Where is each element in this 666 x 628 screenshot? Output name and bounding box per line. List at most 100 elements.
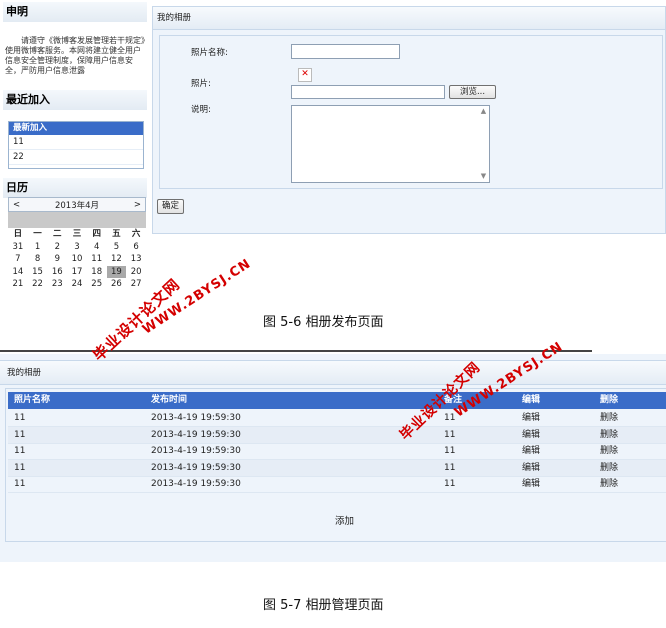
delete-link[interactable]: 删除 bbox=[600, 460, 618, 476]
table-row: 11 2013-4-19 19:59:30 11 编辑 删除 bbox=[8, 459, 666, 477]
month-label: 2013年4月 bbox=[54, 200, 100, 211]
album-table: 照片名称 发布时间 备注 编辑 删除 11 2013-4-19 19:59:30 1… bbox=[5, 388, 666, 542]
cell-publish-time: 2013-4-19 19:59:30 bbox=[151, 479, 241, 489]
cell-publish-time: 2013-4-19 19:59:30 bbox=[151, 462, 241, 473]
col-edit: 编辑 bbox=[522, 395, 541, 405]
publish-form: 照片名称: ✕ 照片: 浏览... 说明: ▲ ▼ bbox=[159, 35, 663, 189]
calendar-day[interactable]: 2 bbox=[47, 241, 67, 254]
album-manage-screenshot: 我的相册 照片名称 发布时间 备注 编辑 删除 11 2013-4-19 19:5… bbox=[0, 354, 666, 562]
calendar-day-today[interactable]: 19 bbox=[106, 265, 127, 278]
cell-publish-time: 2013-4-19 19:59:30 bbox=[151, 446, 241, 456]
calendar-day[interactable]: 7 bbox=[8, 253, 28, 266]
edit-link[interactable]: 编辑 bbox=[522, 410, 540, 426]
table-row: 11 2013-4-19 19:59:30 11 编辑 删除 bbox=[8, 443, 666, 460]
publish-panel: 我的相册 照片名称: ✕ 照片: 浏览... 说明: ▲ ▼ 确定 bbox=[152, 6, 666, 234]
scroll-down-icon[interactable]: ▼ bbox=[479, 172, 488, 181]
calendar-day[interactable]: 22 bbox=[28, 278, 48, 286]
cell-remark: 11 bbox=[444, 413, 456, 423]
notice-title: 申明 bbox=[3, 2, 147, 22]
calendar-day[interactable]: 15 bbox=[28, 266, 48, 279]
calendar-day[interactable]: 27 bbox=[126, 278, 146, 286]
confirm-button[interactable]: 确定 bbox=[157, 199, 184, 214]
weekday-header: 一 bbox=[33, 229, 42, 239]
calendar-day[interactable]: 25 bbox=[87, 278, 107, 286]
cell-remark: 11 bbox=[444, 462, 456, 473]
calendar-day[interactable]: 6 bbox=[126, 241, 146, 254]
edit-link[interactable]: 编辑 bbox=[522, 476, 540, 492]
calendar-day[interactable]: 31 bbox=[8, 241, 28, 254]
edit-link[interactable]: 编辑 bbox=[522, 460, 540, 476]
calendar-day[interactable]: 18 bbox=[87, 266, 107, 279]
edit-link[interactable]: 编辑 bbox=[522, 443, 540, 459]
next-month-button[interactable]: > bbox=[134, 200, 141, 210]
calendar-day[interactable]: 16 bbox=[47, 266, 67, 279]
cell-photo-name: 11 bbox=[14, 462, 26, 473]
cell-photo-name: 11 bbox=[14, 429, 26, 440]
desc-label: 说明: bbox=[191, 105, 211, 115]
col-publish-time: 发布时间 bbox=[151, 395, 188, 405]
calendar-day[interactable]: 21 bbox=[8, 278, 28, 286]
photo-file-input[interactable] bbox=[291, 85, 445, 99]
cell-publish-time: 2013-4-19 19:59:30 bbox=[151, 429, 241, 440]
cell-publish-time: 2013-4-19 19:59:30 bbox=[151, 413, 241, 423]
table-row: 11 2013-4-19 19:59:30 11 编辑 删除 bbox=[8, 410, 666, 427]
delete-link[interactable]: 删除 bbox=[600, 476, 618, 492]
add-photo-link[interactable]: 添加 bbox=[335, 513, 354, 527]
weekday-header: 五 bbox=[112, 229, 121, 239]
photo-name-label: 照片名称: bbox=[191, 48, 228, 58]
cell-photo-name: 11 bbox=[14, 446, 26, 456]
calendar-day[interactable]: 14 bbox=[8, 266, 28, 279]
cell-remark: 11 bbox=[444, 446, 456, 456]
broken-image-icon: ✕ bbox=[298, 68, 312, 82]
table-row: 11 2013-4-19 19:59:30 11 编辑 删除 bbox=[8, 426, 666, 444]
photo-label: 照片: bbox=[191, 79, 211, 89]
calendar: < 2013年4月 > 日一二三四五六 31 1 2 3 4 5 6 7 8 9 10 11 12 13 14… bbox=[8, 197, 146, 286]
recent-box-head: 最新加入 bbox=[9, 122, 143, 135]
cell-remark: 11 bbox=[444, 479, 456, 489]
calendar-day[interactable]: 26 bbox=[107, 278, 127, 286]
weekday-header: 六 bbox=[131, 229, 141, 239]
cell-photo-name: 11 bbox=[14, 413, 26, 423]
calendar-day[interactable]: 24 bbox=[67, 278, 87, 286]
weekday-header: 四 bbox=[92, 229, 101, 239]
notice-text: 请遵守《微博客发展管理若干规定》使用微博客服务。本网将建立健全用户信息安全管理制… bbox=[5, 36, 145, 75]
calendar-title: 日历 bbox=[3, 178, 147, 198]
recent-user-item[interactable]: 11 bbox=[9, 135, 143, 150]
calendar-day[interactable]: 9 bbox=[47, 253, 67, 266]
calendar-day[interactable]: 4 bbox=[87, 241, 107, 254]
calendar-day[interactable]: 3 bbox=[67, 241, 87, 254]
caption-fig-5-7: 图 5-7 相册管理页面 bbox=[263, 598, 384, 613]
recent-title: 最近加入 bbox=[3, 90, 147, 110]
photo-name-input[interactable] bbox=[291, 44, 400, 59]
left-sidebar: 申明 请遵守《微博客发展管理若干规定》使用微博客服务。本网将建立健全用户信息安全… bbox=[0, 0, 150, 286]
panel-title: 我的相册 bbox=[153, 7, 665, 30]
calendar-day[interactable]: 17 bbox=[67, 266, 87, 279]
col-photo-name: 照片名称 bbox=[14, 395, 51, 405]
cell-photo-name: 11 bbox=[14, 479, 26, 489]
desc-textarea[interactable]: ▲ ▼ bbox=[291, 105, 490, 183]
calendar-day[interactable]: 8 bbox=[28, 253, 48, 266]
delete-link[interactable]: 删除 bbox=[600, 443, 618, 459]
delete-link[interactable]: 删除 bbox=[600, 410, 618, 426]
calendar-day[interactable]: 13 bbox=[126, 253, 146, 266]
calendar-grid: 日一二三四五六 31 1 2 3 4 5 6 7 8 9 10 11 12 13 14 15 16 17 18 19 20… bbox=[8, 228, 146, 286]
scroll-up-icon[interactable]: ▲ bbox=[479, 107, 488, 116]
calendar-bar bbox=[8, 212, 146, 228]
recent-users-box: 最新加入 11 22 bbox=[8, 121, 144, 169]
album-publish-screenshot: 申明 请遵守《微博客发展管理若干规定》使用微博客服务。本网将建立健全用户信息安全… bbox=[0, 0, 666, 286]
calendar-day[interactable]: 10 bbox=[67, 253, 87, 266]
calendar-day[interactable]: 23 bbox=[47, 278, 67, 286]
recent-user-item[interactable]: 22 bbox=[9, 150, 143, 165]
edit-link[interactable]: 编辑 bbox=[522, 427, 540, 443]
weekday-header: 三 bbox=[72, 229, 82, 239]
table-header: 照片名称 发布时间 备注 编辑 删除 bbox=[8, 392, 666, 409]
calendar-day[interactable]: 20 bbox=[126, 266, 146, 279]
calendar-day[interactable]: 11 bbox=[87, 253, 107, 266]
calendar-day[interactable]: 12 bbox=[107, 253, 127, 266]
prev-month-button[interactable]: < bbox=[13, 200, 20, 210]
delete-link[interactable]: 删除 bbox=[600, 427, 618, 443]
browse-button[interactable]: 浏览... bbox=[449, 85, 496, 99]
calendar-day[interactable]: 1 bbox=[28, 241, 48, 254]
col-delete: 删除 bbox=[600, 395, 619, 405]
calendar-day[interactable]: 5 bbox=[107, 241, 127, 254]
